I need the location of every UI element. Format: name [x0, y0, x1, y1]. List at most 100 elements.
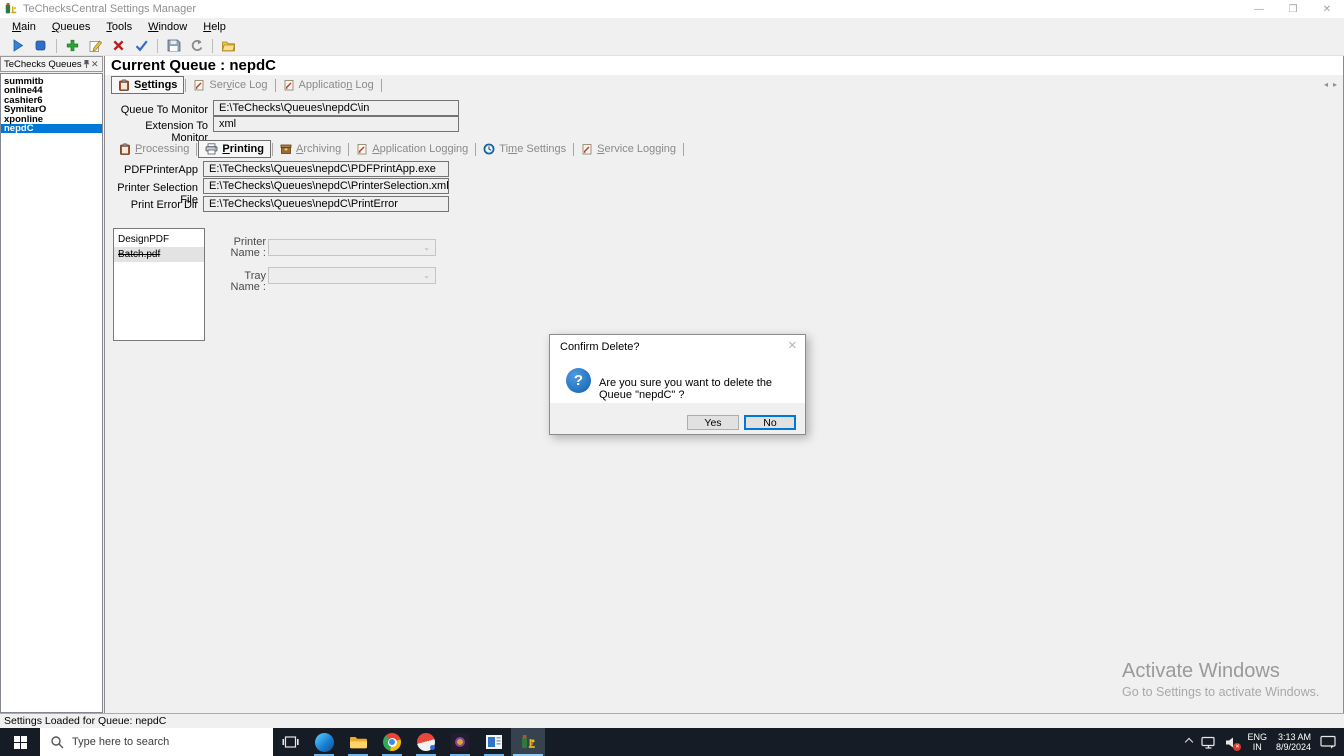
task-view-button[interactable] [273, 728, 307, 756]
start-button[interactable] [0, 728, 40, 756]
taskbar-app-edge[interactable] [307, 728, 341, 756]
question-icon: ? [566, 368, 591, 393]
tab-separator [380, 78, 382, 92]
pin-icon[interactable] [82, 59, 91, 69]
design-listbox: DesignPDF Batch.pdf [113, 228, 205, 341]
toolbar-separator [212, 38, 213, 53]
tab-separator [271, 142, 273, 156]
system-tray: ✕ ENG IN 3:13 AM 8/9/2024 [1185, 728, 1344, 756]
clock[interactable]: 3:13 AM 8/9/2024 [1276, 732, 1311, 752]
delete-queue-button[interactable] [108, 37, 129, 55]
status-bar: Settings Loaded for Queue: nepdC [0, 713, 1344, 728]
printer-name-combo[interactable]: ⌄ [268, 239, 436, 256]
edit-icon [89, 40, 103, 52]
confirm-delete-dialog: Confirm Delete? ✕ ? Are you sure you wan… [549, 334, 806, 435]
queue-list-item-selected[interactable]: nepdC [1, 123, 102, 133]
pdf-printer-app-field[interactable]: E:\TeChecks\Queues\nepdC\PDFPrintApp.exe [203, 161, 449, 177]
printer-name-label: Printer Name : [230, 236, 266, 259]
queues-panel: TeChecks Queues ✕ summitb online44 cashi… [0, 56, 103, 713]
printer-selection-file-field[interactable]: E:\TeChecks\Queues\nepdC\PrinterSelectio… [203, 178, 449, 194]
dialog-message: Are you sure you want to delete the Queu… [599, 377, 773, 401]
log-icon [284, 80, 293, 91]
stop-button[interactable] [30, 37, 51, 55]
tab-time-settings[interactable]: Time Settings [477, 141, 572, 157]
tray-expand-icon[interactable] [1185, 737, 1194, 747]
techecks-app-icon [522, 735, 535, 748]
tab-settings[interactable]: Settings [111, 76, 185, 94]
tray-name-label: Tray Name : [230, 270, 266, 293]
taskbar-search[interactable]: Type here to search [40, 728, 273, 756]
design-list-item[interactable]: DesignPDF [114, 232, 204, 247]
language-indicator[interactable]: ENG IN [1247, 732, 1267, 752]
clipboard-icon [120, 143, 130, 155]
pdf-printer-app-label: PDFPrinterApp [124, 164, 198, 176]
taskbar: Type here to search ✕ ENG IN 3:13 AM 8/9… [0, 728, 1344, 756]
menu-queues[interactable]: Queues [44, 18, 99, 36]
tab-processing[interactable]: Processing [113, 141, 195, 157]
tray-time: 3:13 AM [1277, 732, 1311, 742]
volume-muted-button[interactable]: ✕ [1225, 736, 1242, 751]
top-tab-strip: Settings Service Log Application Log [111, 76, 383, 94]
extension-to-monitor-field[interactable]: xml [213, 116, 459, 132]
close-button[interactable]: ✕ [1310, 0, 1344, 18]
toolbar [0, 36, 1344, 56]
tray-name-combo[interactable]: ⌄ [268, 267, 436, 284]
dialog-title: Confirm Delete? [560, 341, 640, 353]
queue-to-monitor-label: Queue To Monitor [120, 104, 208, 116]
tab-scroll-left-icon[interactable]: ◂ [1324, 80, 1328, 89]
tab-service-logging[interactable]: Service Logging [575, 141, 682, 157]
run-button[interactable] [7, 37, 28, 55]
tab-scroll-right-icon[interactable]: ▸ [1333, 80, 1337, 89]
inner-tab-strip: Processing Printing Archiving Applicatio… [113, 140, 685, 158]
delete-icon [113, 40, 124, 51]
yes-button[interactable]: Yes [687, 415, 739, 430]
menu-main[interactable]: Main [4, 18, 44, 36]
queue-to-monitor-field[interactable]: E:\TeChecks\Queues\nepdC\in [213, 100, 459, 116]
open-button[interactable] [218, 37, 239, 55]
taskbar-app-dark[interactable] [443, 728, 477, 756]
status-text: Settings Loaded for Queue: nepdC [4, 715, 167, 727]
apply-button[interactable] [131, 37, 152, 55]
tab-application-logging[interactable]: Application Logging [350, 141, 474, 157]
save-button[interactable] [163, 37, 184, 55]
taskbar-app-chrome[interactable] [375, 728, 409, 756]
network-icon[interactable] [1201, 736, 1216, 749]
menu-window[interactable]: Window [140, 18, 195, 36]
edge-icon [314, 732, 334, 752]
tab-printing[interactable]: Printing [198, 140, 271, 158]
window-title: TeChecksCentral Settings Manager [23, 3, 197, 15]
no-button[interactable]: No [744, 415, 796, 430]
tab-service-log[interactable]: Service Log [187, 77, 273, 93]
mute-badge-icon: ✕ [1233, 742, 1242, 751]
windows-logo-icon [13, 735, 27, 749]
action-center-icon[interactable] [1320, 735, 1336, 749]
dialog-close-icon[interactable]: ✕ [788, 339, 797, 352]
search-placeholder: Type here to search [72, 736, 170, 748]
menu-tools[interactable]: Tools [98, 18, 140, 36]
tab-application-log[interactable]: Application Log [277, 77, 380, 93]
queues-panel-header: TeChecks Queues ✕ [0, 56, 103, 72]
print-error-dir-label: Print Error Dir [130, 199, 198, 211]
undo-button[interactable] [186, 37, 207, 55]
maximize-button[interactable]: ❐ [1276, 0, 1310, 18]
open-folder-icon [221, 41, 236, 52]
add-queue-button[interactable] [62, 37, 83, 55]
title-bar: TeChecksCentral Settings Manager — ❐ ✕ [0, 0, 1344, 18]
tab-archiving[interactable]: Archiving [274, 141, 347, 157]
minimize-button[interactable]: — [1242, 0, 1276, 18]
edit-queue-button[interactable] [85, 37, 106, 55]
taskbar-app-document[interactable] [477, 728, 511, 756]
menu-help[interactable]: Help [195, 18, 234, 36]
archive-box-icon [280, 144, 292, 154]
taskbar-app-techecks[interactable] [511, 728, 545, 756]
add-icon [66, 39, 79, 52]
close-panel-icon[interactable]: ✕ [91, 59, 99, 70]
print-error-dir-field[interactable]: E:\TeChecks\Queues\nepdC\PrintError [203, 196, 449, 212]
tab-separator [274, 78, 276, 92]
design-list-item-selected[interactable]: Batch.pdf [114, 247, 204, 262]
taskbar-app-file-explorer[interactable] [341, 728, 375, 756]
document-app-icon [486, 735, 502, 749]
file-explorer-icon [349, 737, 367, 749]
run-icon [13, 39, 24, 52]
taskbar-app-red[interactable] [409, 728, 443, 756]
